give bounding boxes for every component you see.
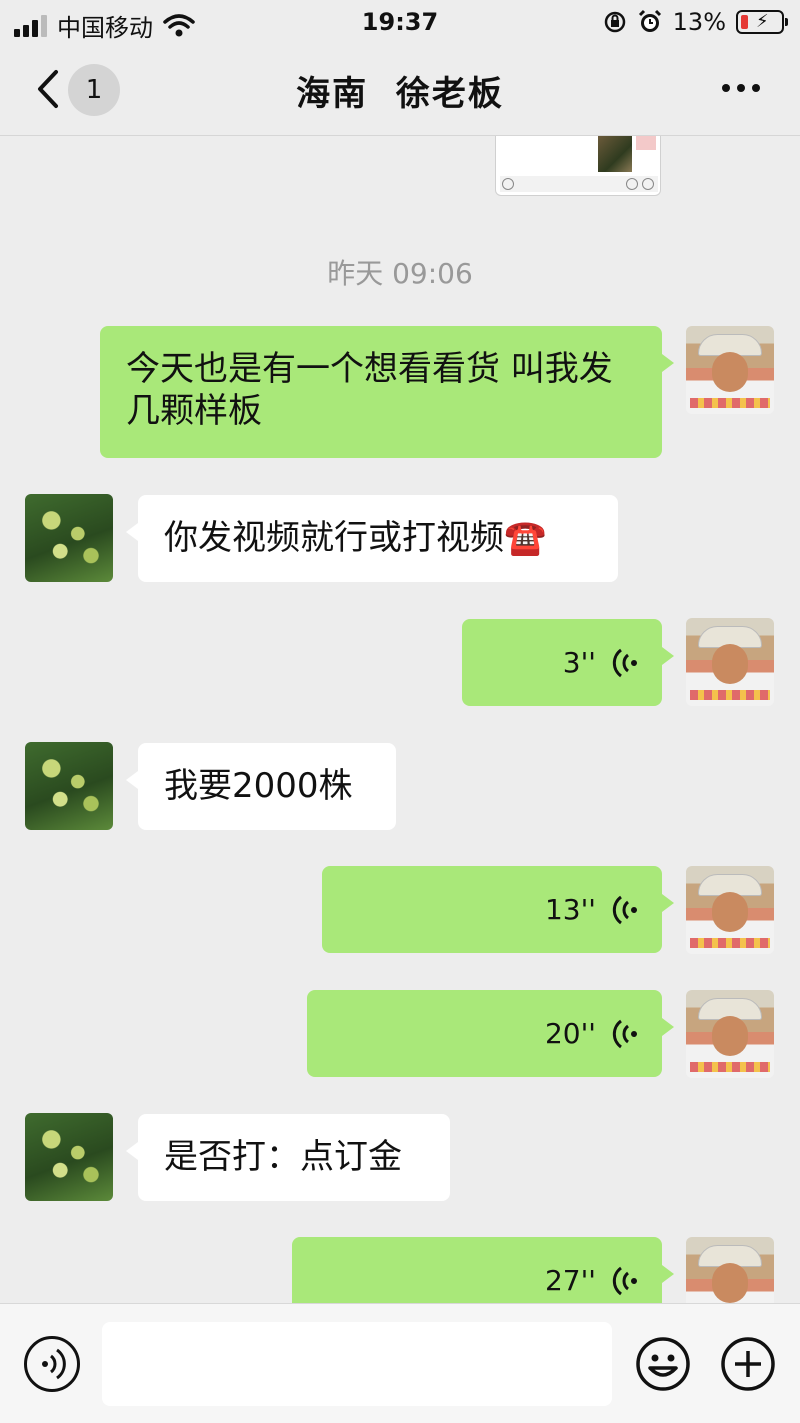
- voice-wave-icon: [612, 648, 637, 677]
- message-text: 今天也是有一个想看看货 叫我发几颗样板: [126, 349, 613, 431]
- avatar[interactable]: [25, 742, 113, 830]
- message-input[interactable]: [102, 1322, 612, 1406]
- voice-duration: 3'': [562, 645, 596, 679]
- emoji-icon[interactable]: [635, 1336, 691, 1392]
- message-bubble[interactable]: 我要2000株: [126, 743, 396, 830]
- avatar[interactable]: [686, 866, 774, 954]
- screenshot-thumbnail[interactable]: [495, 136, 661, 196]
- voice-duration: 13'': [544, 892, 596, 926]
- rotation-lock-icon: [604, 11, 625, 33]
- voice-message-bubble[interactable]: 13'': [322, 866, 674, 953]
- avatar[interactable]: [686, 990, 774, 1078]
- message-bubble[interactable]: 今天也是有一个想看看货 叫我发几颗样板: [100, 326, 674, 458]
- voice-message-bubble[interactable]: 3'': [462, 619, 674, 706]
- status-bar: 中国移动 19:37 13% ⚡: [0, 0, 800, 44]
- more-options-icon[interactable]: [722, 84, 760, 92]
- voice-input-icon[interactable]: [24, 1336, 80, 1392]
- alarm-icon: [638, 9, 661, 32]
- avatar[interactable]: [25, 1113, 113, 1201]
- voice-message-bubble[interactable]: 20'': [307, 990, 674, 1077]
- message-timestamp: 昨天 09:06: [327, 257, 473, 290]
- battery-percent: 13%: [672, 8, 726, 36]
- chat-header: 1 海南 徐老板: [0, 44, 800, 136]
- message-bubble[interactable]: 是否打：点订金: [126, 1114, 450, 1201]
- message-bubble[interactable]: 你发视频就行或打视频☎️: [126, 495, 618, 582]
- avatar[interactable]: [25, 494, 113, 582]
- battery-icon: ⚡: [736, 10, 788, 34]
- input-bar: [0, 1303, 800, 1423]
- voice-wave-icon: [612, 1019, 637, 1048]
- avatar[interactable]: [686, 618, 774, 706]
- avatar[interactable]: [686, 326, 774, 414]
- message-text: 是否打：点订金: [164, 1137, 402, 1177]
- chat-title: 海南 徐老板: [296, 74, 504, 114]
- message-text: 我要2000株: [164, 766, 353, 806]
- voice-duration: 20'': [544, 1016, 596, 1050]
- voice-wave-icon: [612, 895, 637, 924]
- voice-duration: 27'': [544, 1263, 596, 1297]
- plus-icon[interactable]: [720, 1336, 776, 1392]
- voice-wave-icon: [612, 1266, 637, 1295]
- message-text: 你发视频就行或打视频☎️: [164, 518, 547, 558]
